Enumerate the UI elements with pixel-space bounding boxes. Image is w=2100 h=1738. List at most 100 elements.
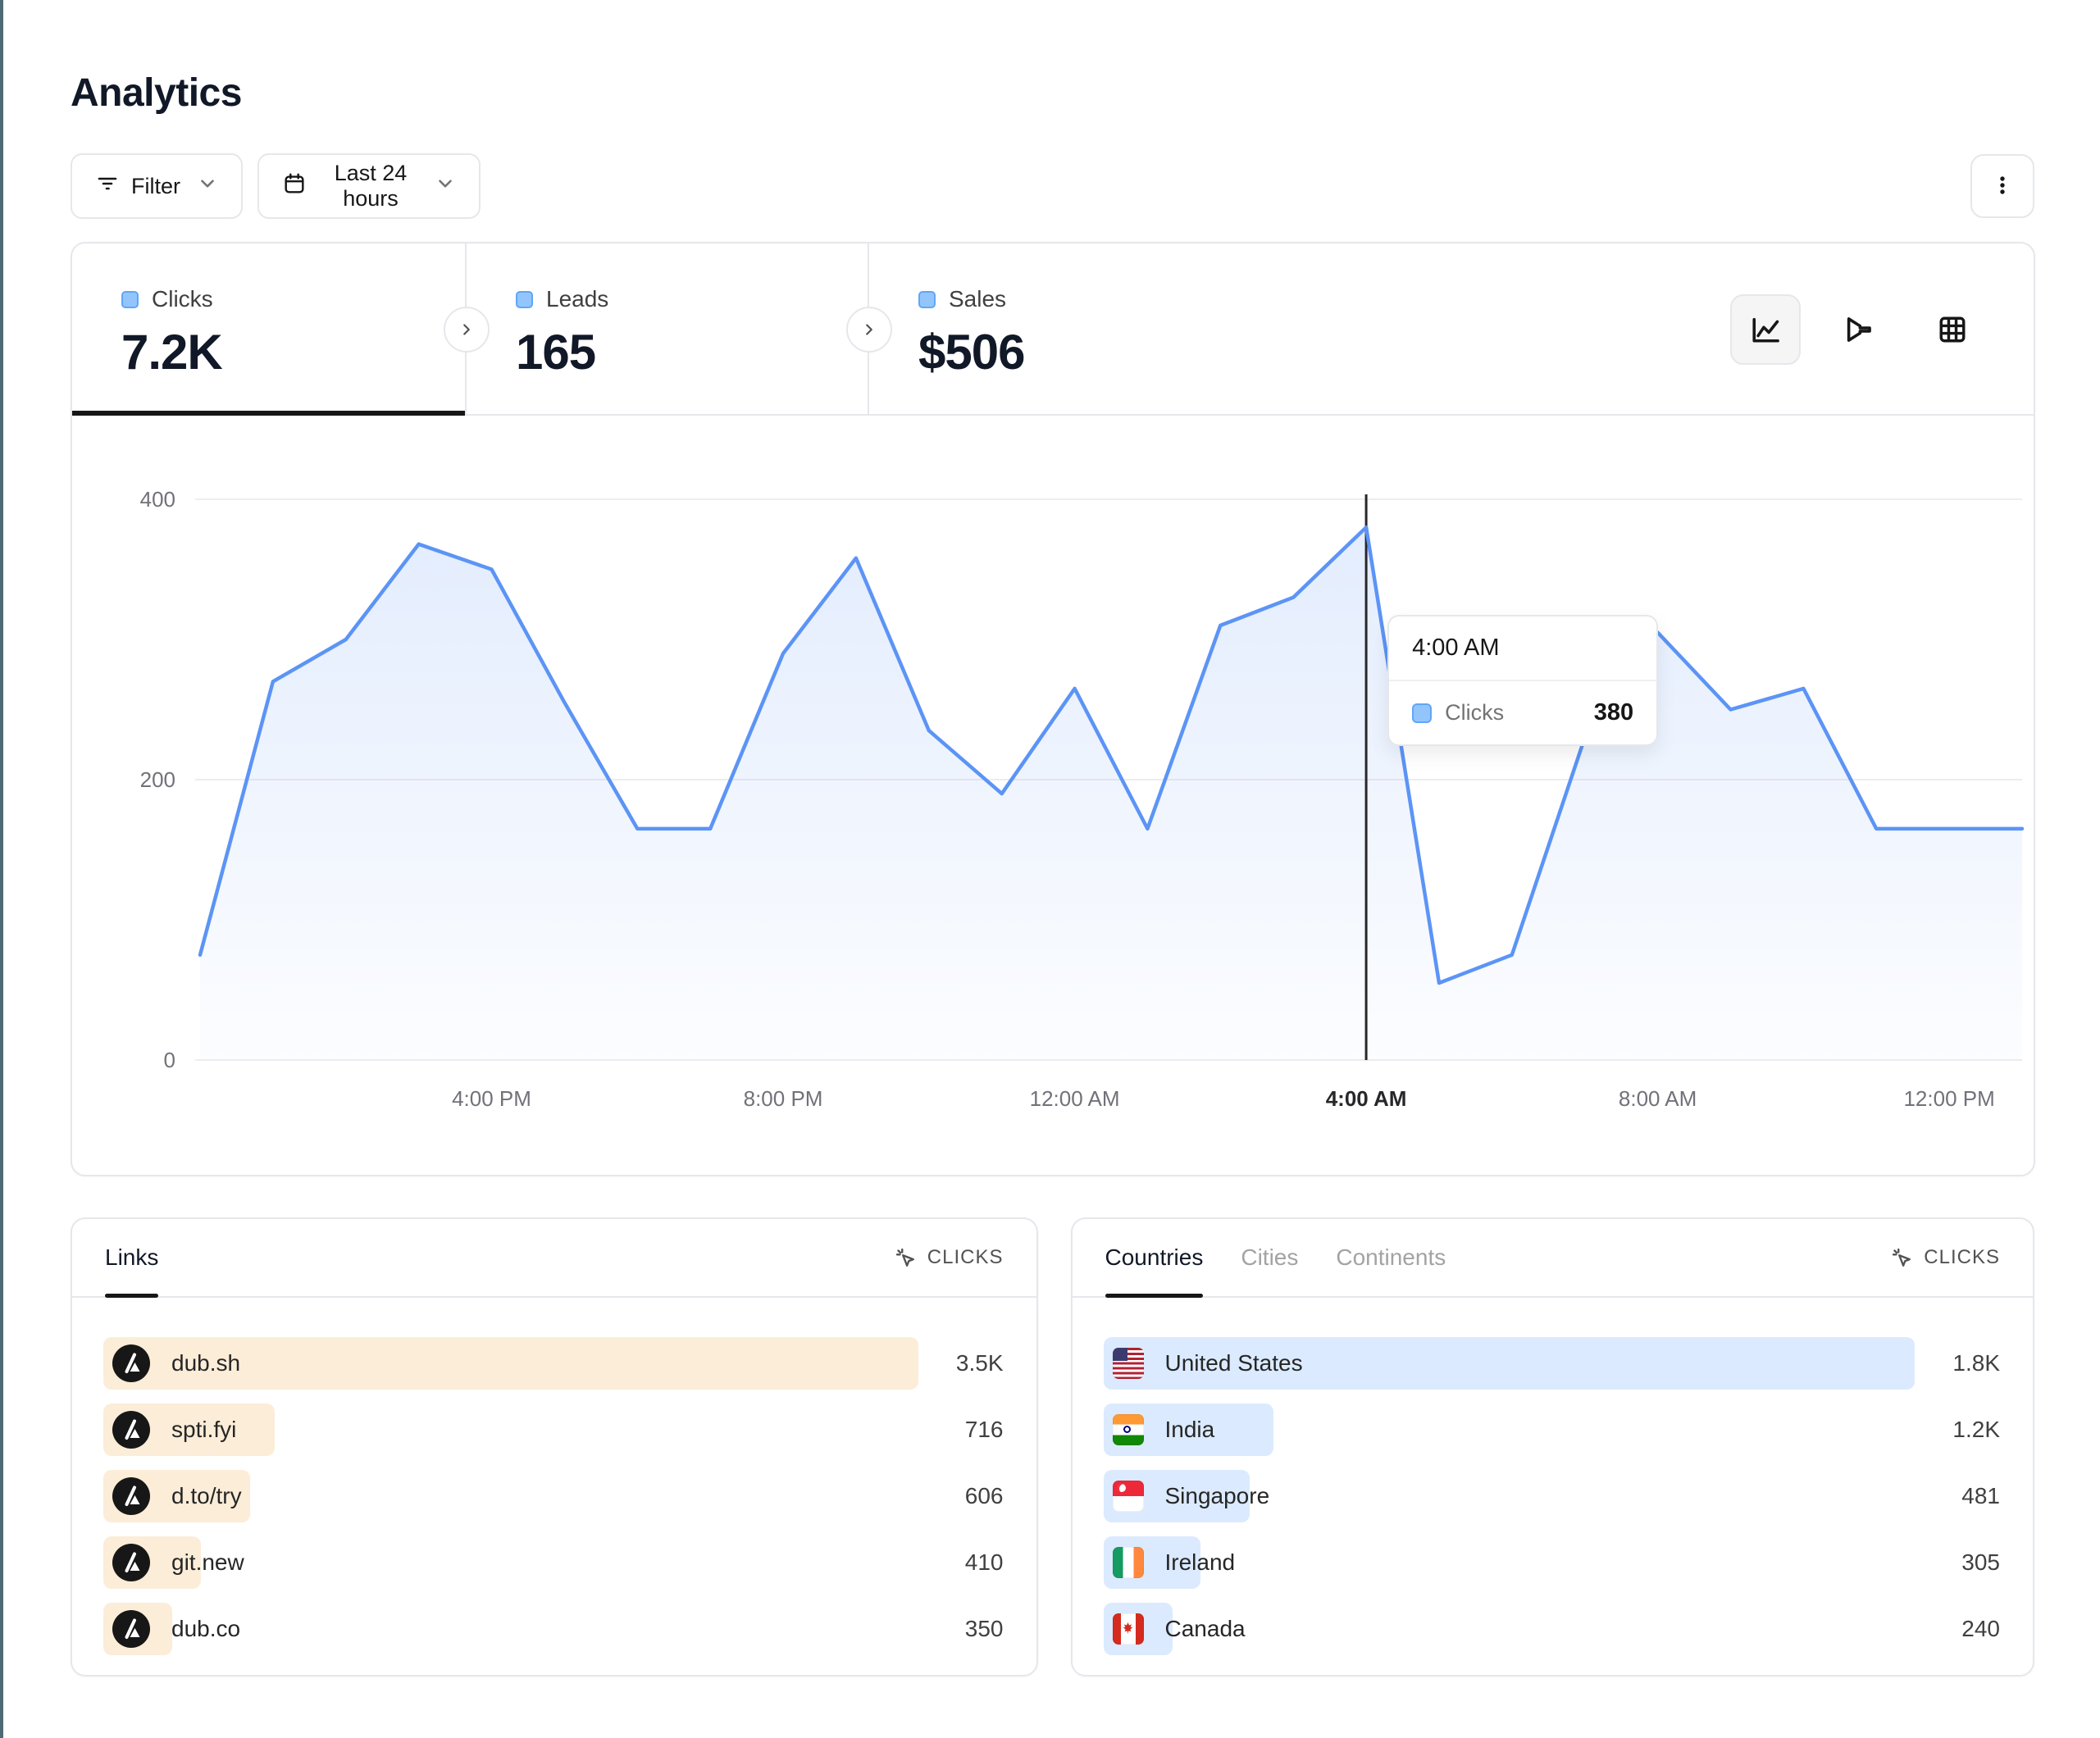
item-label: spti.fyi — [171, 1417, 236, 1443]
chart-type-switcher — [1730, 294, 1988, 365]
list-item[interactable]: git.new 410 — [103, 1536, 1004, 1589]
flag-singapore-icon — [1113, 1481, 1144, 1512]
item-label: Ireland — [1165, 1549, 1236, 1576]
metric-tabs: Clicks 7.2K Leads 165 Sales $506 — [72, 243, 2034, 416]
table-view-button[interactable] — [1917, 294, 1988, 365]
expand-clicks-leads-button[interactable] — [444, 307, 490, 353]
bar-track: dub.co — [103, 1603, 918, 1655]
item-value: 716 — [918, 1417, 1004, 1443]
x-axis-tick-label: 8:00 AM — [1619, 1086, 1697, 1111]
chevron-right-icon — [860, 321, 878, 339]
tab-links[interactable]: Links — [105, 1219, 158, 1296]
tab-countries[interactable]: Countries — [1105, 1219, 1204, 1296]
chevron-down-icon — [435, 173, 456, 200]
list-item[interactable]: India 1.2K — [1104, 1404, 2001, 1456]
item-label: Singapore — [1165, 1483, 1270, 1509]
grid-icon — [1934, 312, 1970, 348]
item-value: 481 — [1915, 1483, 2000, 1509]
calendar-icon — [282, 171, 307, 202]
flag-ireland-icon — [1113, 1547, 1144, 1578]
dub-logo-icon — [112, 1544, 150, 1581]
x-axis-tick-label: 12:00 AM — [1030, 1086, 1120, 1111]
breakdown-panels: Links CLICKS dub.sh 3.5K — [71, 1217, 2034, 1677]
tooltip-legend-square — [1412, 703, 1432, 723]
tab-clicks[interactable]: Clicks 7.2K — [72, 243, 467, 414]
toolbar: Filter Last 24 hours — [71, 153, 2034, 219]
chevron-right-icon — [458, 321, 476, 339]
y-axis-tick-label: 0 — [164, 1048, 175, 1072]
item-value: 1.2K — [1915, 1417, 2000, 1443]
item-label: United States — [1165, 1350, 1303, 1376]
leads-legend-square — [516, 291, 533, 308]
tab-continents[interactable]: Continents — [1336, 1219, 1446, 1296]
metric-value: 165 — [516, 324, 868, 380]
bar-track: dub.sh — [103, 1337, 918, 1390]
x-axis-tick-label: 8:00 PM — [744, 1086, 823, 1111]
clicks-time-series-chart[interactable]: 0 200 400 4:00 PM 8:00 PM 12:00 AM 4:00 AM 8:00… — [72, 416, 2034, 1176]
item-value: 240 — [1915, 1616, 2000, 1642]
flag-india-icon — [1113, 1414, 1144, 1445]
item-value: 3.5K — [918, 1350, 1004, 1376]
x-axis-tick-label: 4:00 AM — [1326, 1086, 1407, 1111]
line-chart-view-button[interactable] — [1730, 294, 1801, 365]
chart-tooltip: 4:00 AM Clicks 380 — [1387, 615, 1658, 746]
filter-button[interactable]: Filter — [71, 153, 243, 219]
bar-track: Ireland — [1104, 1536, 1916, 1589]
line-chart-icon — [1747, 312, 1783, 348]
dub-logo-icon — [112, 1610, 150, 1648]
bar-track: d.to/try — [103, 1470, 918, 1522]
item-value: 1.8K — [1915, 1350, 2000, 1376]
list-item[interactable]: d.to/try 606 — [103, 1470, 1004, 1522]
links-metric-header[interactable]: CLICKS — [893, 1245, 1004, 1270]
item-label: dub.co — [171, 1616, 240, 1642]
item-label: dub.sh — [171, 1350, 240, 1376]
dub-logo-icon — [112, 1411, 150, 1449]
area-fill — [200, 527, 2022, 1060]
date-range-label: Last 24 hours — [318, 161, 423, 212]
metric-label: Clicks — [152, 286, 213, 312]
analytics-card: Clicks 7.2K Leads 165 Sales $506 — [71, 242, 2035, 1176]
dub-logo-icon — [112, 1344, 150, 1382]
analytics-page: Analytics Filter Last 24 hours — [0, 0, 2100, 1738]
item-label: India — [1165, 1417, 1215, 1443]
tab-cities[interactable]: Cities — [1241, 1219, 1298, 1296]
tooltip-value: 380 — [1594, 699, 1633, 726]
tooltip-time: 4:00 AM — [1389, 616, 1656, 681]
clicks-legend-square — [121, 291, 139, 308]
links-panel: Links CLICKS dub.sh 3.5K — [71, 1217, 1038, 1677]
bar-track: United States — [1104, 1337, 1916, 1390]
bar-track: spti.fyi — [103, 1404, 918, 1456]
bar-track: Singapore — [1104, 1470, 1916, 1522]
list-item[interactable]: Canada 240 — [1104, 1603, 2001, 1655]
chart-canvas[interactable]: 0 200 400 4:00 PM 8:00 PM 12:00 AM 4:00 AM 8:00… — [72, 416, 2034, 1176]
metric-label: Leads — [546, 286, 608, 312]
more-options-button[interactable] — [1970, 154, 2034, 218]
item-value: 606 — [918, 1483, 1004, 1509]
item-value: 350 — [918, 1616, 1004, 1642]
chevron-down-icon — [197, 173, 218, 200]
y-axis-tick-label: 200 — [140, 767, 175, 792]
metric-label: Sales — [949, 286, 1006, 312]
list-item[interactable]: United States 1.8K — [1104, 1337, 2001, 1390]
countries-metric-header[interactable]: CLICKS — [1889, 1245, 2000, 1270]
date-range-button[interactable]: Last 24 hours — [257, 153, 481, 219]
countries-panel: Countries Cities Continents CLICKS Unite… — [1071, 1217, 2035, 1677]
y-axis-tick-label: 400 — [140, 487, 175, 512]
expand-leads-sales-button[interactable] — [846, 307, 892, 353]
list-item[interactable]: spti.fyi 716 — [103, 1404, 1004, 1456]
item-value: 410 — [918, 1549, 1004, 1576]
bar-track: India — [1104, 1404, 1916, 1456]
list-item[interactable]: Ireland 305 — [1104, 1536, 2001, 1589]
funnel-view-button[interactable] — [1824, 294, 1894, 365]
tooltip-series-label: Clicks — [1445, 700, 1504, 726]
x-axis-tick-label: 4:00 PM — [452, 1086, 531, 1111]
list-item[interactable]: Singapore 481 — [1104, 1470, 2001, 1522]
cursor-click-icon — [893, 1245, 918, 1270]
page-title: Analytics — [71, 71, 2034, 116]
tab-leads[interactable]: Leads 165 — [467, 243, 869, 414]
list-item[interactable]: dub.sh 3.5K — [103, 1337, 1004, 1390]
bar-track: Canada — [1104, 1603, 1916, 1655]
cursor-click-icon — [1889, 1245, 1914, 1270]
item-label: d.to/try — [171, 1483, 242, 1509]
list-item[interactable]: dub.co 350 — [103, 1603, 1004, 1655]
